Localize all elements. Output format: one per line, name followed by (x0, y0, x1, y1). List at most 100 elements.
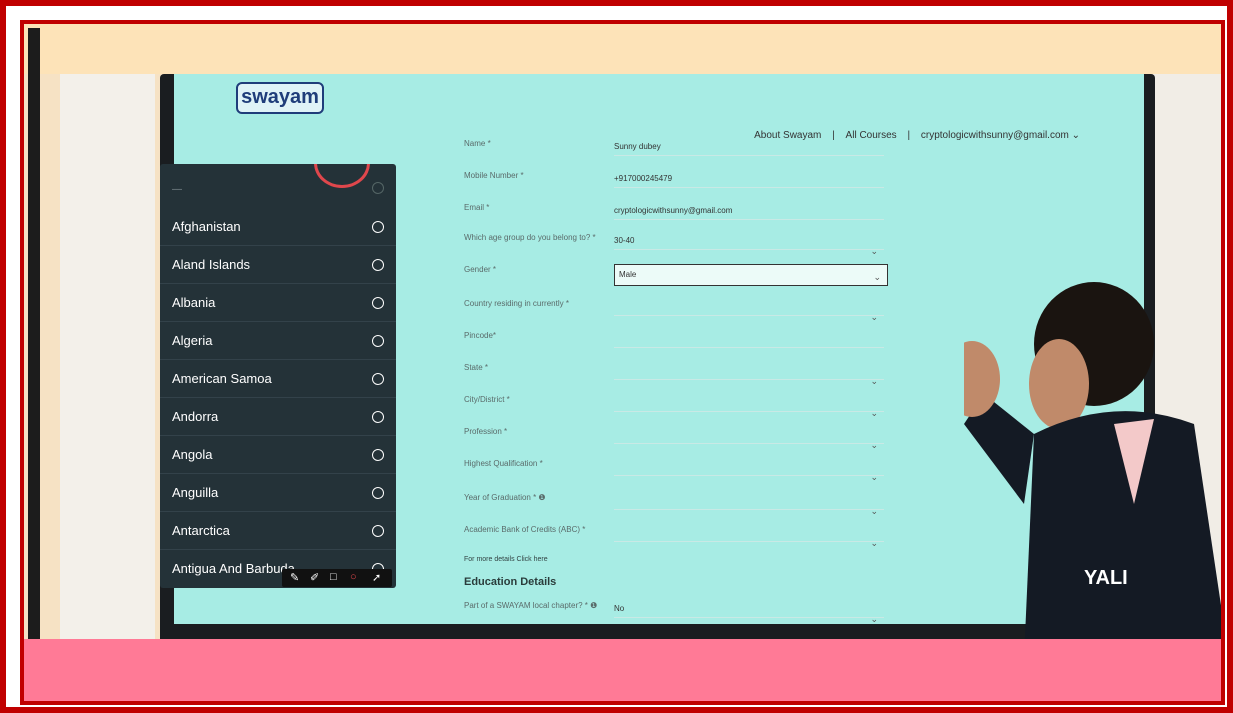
form-row-local-chapter: Part of a SWAYAM local chapter? * ❶ No ⌄ (464, 596, 894, 624)
country-dropdown[interactable]: — Afghanistan Aland Islands Albania Alge… (160, 164, 396, 588)
annotation-toolbar: ✎ ✐ □ ○ ➚ (282, 569, 392, 587)
education-details-heading: Education Details (464, 576, 557, 588)
video-frame: swayam About Swayam | All Courses | cryp… (20, 20, 1225, 705)
country-option-label: Albania (172, 295, 216, 310)
radio-icon[interactable] (372, 487, 384, 499)
country-option-label: Angola (172, 447, 213, 462)
form-row-pincode: Pincode* (464, 326, 894, 356)
outer-frame: swayam About Swayam | All Courses | cryp… (0, 0, 1233, 713)
chevron-down-icon: ⌄ (870, 246, 878, 256)
gender-select[interactable]: Male ⌄ (614, 264, 888, 286)
chevron-down-icon: ⌄ (870, 614, 878, 624)
country-option[interactable]: Afghanistan (160, 208, 396, 246)
radio-icon[interactable] (372, 335, 384, 347)
age-group-select[interactable]: 30-40 ⌄ (614, 236, 884, 256)
country-option[interactable]: American Samoa (160, 360, 396, 398)
profession-label: Profession * (464, 427, 508, 436)
local-chapter-select[interactable]: No ⌄ (614, 604, 884, 624)
pincode-label: Pincode* (464, 331, 497, 340)
radio-icon[interactable] (372, 411, 384, 423)
gender-label: Gender * (464, 265, 497, 274)
abc-label: Academic Bank of Credits (ABC) * (464, 525, 586, 534)
abc-details-link[interactable]: For more details Click here (464, 556, 548, 563)
country-option[interactable]: Angola (160, 436, 396, 474)
country-option[interactable]: Albania (160, 284, 396, 322)
profession-select[interactable]: ⌄ (614, 430, 884, 450)
gender-value: Male (619, 270, 637, 279)
country-option[interactable]: Anguilla (160, 474, 396, 512)
local-chapter-value: No (614, 604, 625, 613)
country-option[interactable]: Andorra (160, 398, 396, 436)
country-label: Country residing in currently * (464, 299, 569, 308)
email-field[interactable]: cryptologicwithsunny@gmail.com (614, 206, 884, 220)
country-option-label: Aland Islands (172, 257, 251, 272)
form-row-email: Email * cryptologicwithsunny@gmail.com (464, 198, 894, 228)
swayam-logo[interactable]: swayam (236, 82, 324, 114)
form-row-city: City/District * ⌄ (464, 390, 894, 420)
country-option-label: Anguilla (172, 485, 219, 500)
qualification-select[interactable]: ⌄ (614, 462, 884, 482)
city-label: City/District * (464, 395, 510, 404)
graduation-year-select[interactable]: ⌄ (614, 496, 884, 516)
bottom-band (24, 639, 1221, 701)
country-option[interactable]: Antarctica (160, 512, 396, 550)
dropdown-placeholder: — (172, 184, 182, 195)
form-row-country: Country residing in currently * ⌄ (464, 294, 894, 324)
mobile-field[interactable]: +917000245479 (614, 174, 884, 188)
svg-text:YALI: YALI (1084, 567, 1128, 589)
country-option[interactable]: Aland Islands (160, 246, 396, 284)
form-row-profession: Profession * ⌄ (464, 422, 894, 452)
form-row-graduation-year: Year of Graduation * ❶ ⌄ (464, 488, 894, 518)
radio-icon[interactable] (372, 373, 384, 385)
country-option-label: Antigua And Barbuda (172, 561, 295, 576)
country-option-label: Algeria (172, 333, 213, 348)
nav-user-menu[interactable]: cryptologicwithsunny@gmail.com ⌄ (921, 130, 1080, 141)
dropdown-header: — (160, 164, 396, 204)
age-group-label: Which age group do you belong to? * (464, 233, 596, 242)
form-row-state: State * ⌄ (464, 358, 894, 388)
form-row-mobile: Mobile Number * +917000245479 (464, 166, 894, 196)
nav-separator: | (907, 130, 911, 141)
annotation-circle (314, 164, 370, 188)
form-row-name: Name * Sunny dubey (464, 134, 894, 164)
chevron-down-icon: ⌄ (870, 472, 878, 482)
arrow-icon[interactable]: ➚ (372, 571, 381, 584)
age-group-value: 30-40 (614, 236, 635, 245)
radio-icon[interactable] (372, 525, 384, 537)
chevron-down-icon: ⌄ (873, 272, 881, 282)
top-band (24, 24, 1221, 74)
name-field[interactable]: Sunny dubey (614, 142, 884, 156)
form-row-qualification: Highest Qualification * ⌄ (464, 454, 894, 484)
pincode-field[interactable] (614, 334, 884, 348)
local-chapter-label: Part of a SWAYAM local chapter? * ❶ (464, 601, 598, 610)
city-select[interactable]: ⌄ (614, 398, 884, 418)
state-select[interactable]: ⌄ (614, 366, 884, 386)
mobile-label: Mobile Number * (464, 171, 524, 180)
radio-icon[interactable] (372, 221, 384, 233)
chevron-down-icon: ⌄ (870, 506, 878, 516)
country-select[interactable]: ⌄ (614, 302, 884, 322)
form-row-age-group: Which age group do you belong to? * 30-4… (464, 228, 894, 258)
abc-field[interactable]: ⌄ (614, 528, 884, 548)
country-option-label: Andorra (172, 409, 219, 424)
country-option[interactable]: Algeria (160, 322, 396, 360)
chevron-down-icon: ⌄ (870, 312, 878, 322)
chevron-down-icon: ⌄ (870, 376, 878, 386)
graduation-year-label: Year of Graduation * ❶ (464, 493, 546, 502)
form-row-abc: Academic Bank of Credits (ABC) * ⌄ (464, 520, 894, 550)
chevron-down-icon: ⌄ (870, 440, 878, 450)
name-label: Name * (464, 139, 491, 148)
radio-icon[interactable] (372, 449, 384, 461)
chevron-down-icon: ⌄ (870, 408, 878, 418)
email-label: Email * (464, 203, 490, 212)
radio-icon[interactable] (372, 297, 384, 309)
highlighter-icon[interactable]: ✐ (310, 571, 319, 584)
chevron-down-icon: ⌄ (870, 538, 878, 548)
state-label: State * (464, 363, 489, 372)
radio-icon[interactable] (372, 182, 384, 194)
circle-icon[interactable]: ○ (350, 571, 357, 583)
rectangle-icon[interactable]: □ (330, 571, 337, 583)
pen-icon[interactable]: ✎ (290, 571, 299, 584)
radio-icon[interactable] (372, 259, 384, 271)
form-row-gender: Gender * Male ⌄ (464, 260, 894, 290)
